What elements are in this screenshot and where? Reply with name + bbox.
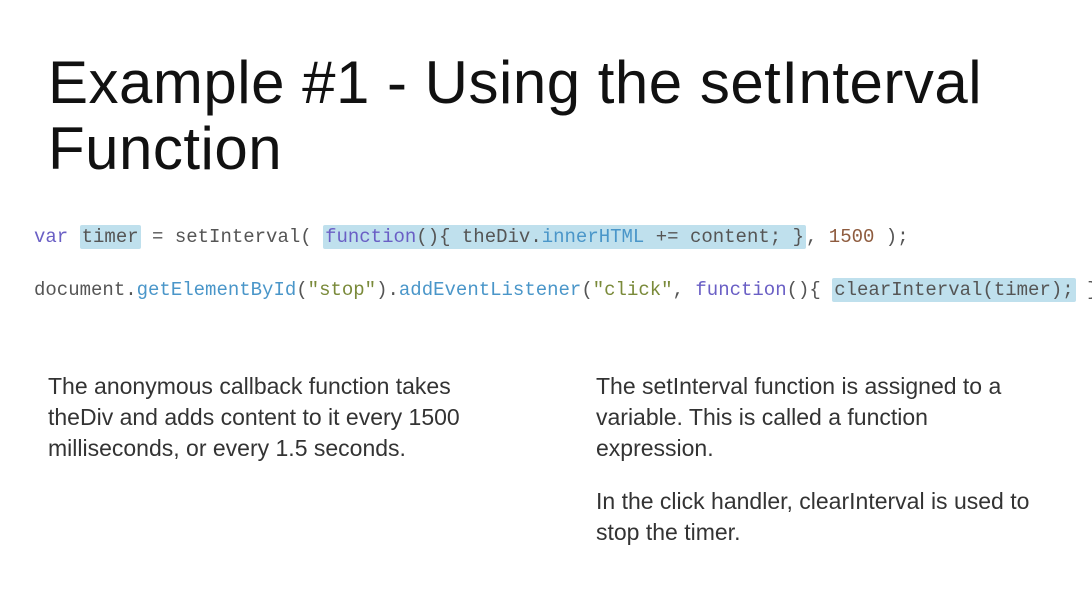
code-keyword-function: function <box>695 279 786 301</box>
left-column: The anonymous callback function takes th… <box>48 371 496 570</box>
code-text: (){ theDiv. <box>416 226 541 248</box>
code-text: (){ <box>787 279 833 301</box>
code-text: ). <box>376 279 399 301</box>
right-paragraph-2: In the click handler, clearInterval is u… <box>596 486 1044 548</box>
code-number: 1500 <box>829 226 875 248</box>
right-column: The setInterval function is assigned to … <box>596 371 1044 570</box>
code-string-click: "click" <box>593 279 673 301</box>
code-text: , <box>806 226 829 248</box>
code-space <box>68 226 79 248</box>
code-func-getelementbyid: getElementById <box>137 279 297 301</box>
code-text: }); <box>1076 279 1092 301</box>
explanation-columns: The anonymous callback function takes th… <box>48 371 1044 570</box>
slide: Example #1 - Using the setInterval Funct… <box>0 0 1092 612</box>
code-line-1: var timer = setInterval( function(){ the… <box>34 224 1064 251</box>
code-func-addeventlistener: addEventListener <box>399 279 581 301</box>
code-callback-highlight: function(){ theDiv.innerHTML += content;… <box>323 225 806 249</box>
code-line-2: document.getElementById("stop").addEvent… <box>34 277 1064 304</box>
slide-title: Example #1 - Using the setInterval Funct… <box>48 50 1044 182</box>
code-text: += content; } <box>644 226 804 248</box>
left-paragraph-1: The anonymous callback function takes th… <box>48 371 496 464</box>
code-text: document. <box>34 279 137 301</box>
code-keyword-function: function <box>325 226 416 248</box>
code-text: ( <box>581 279 592 301</box>
code-text: ); <box>874 226 908 248</box>
right-paragraph-1: The setInterval function is assigned to … <box>596 371 1044 464</box>
code-keyword-var: var <box>34 226 68 248</box>
code-text: ( <box>296 279 307 301</box>
code-string-stop: "stop" <box>308 279 376 301</box>
code-var-timer-highlight: timer <box>80 225 141 249</box>
code-clearinterval-highlight: clearInterval(timer); <box>832 278 1075 302</box>
code-text: = setInterval( <box>141 226 323 248</box>
code-prop-innerhtml: innerHTML <box>542 226 645 248</box>
code-block: var timer = setInterval( function(){ the… <box>34 224 1064 303</box>
code-text: , <box>673 279 696 301</box>
